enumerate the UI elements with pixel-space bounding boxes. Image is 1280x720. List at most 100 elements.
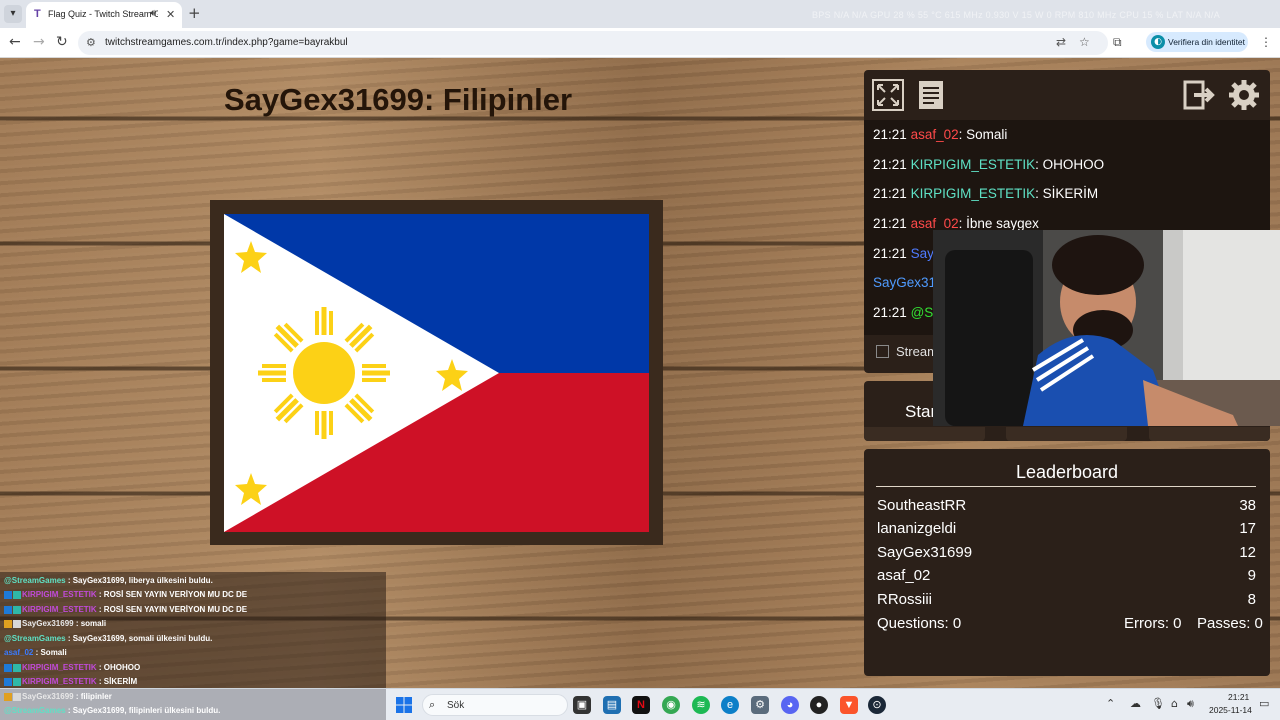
overlay-chat-line: asaf_02 : Somali <box>4 648 67 657</box>
new-tab-button[interactable]: + <box>188 4 201 22</box>
leaderboard-name: RRossiii <box>877 591 933 608</box>
twitch-favicon-icon: T <box>34 8 41 20</box>
performance-overlay: BPS N/A N/A GPU 28 % 55 °C 615 MHz 0.930… <box>812 10 1221 20</box>
leaderboard-name: lananizgeldi <box>877 520 957 537</box>
document-icon[interactable] <box>914 78 948 112</box>
chrome-icon[interactable]: ◉ <box>662 696 680 714</box>
questions-count: Questions: 0 <box>877 615 962 632</box>
overlay-chat-line: KIRPIGIM_ESTETIK : ROSİ SEN YAYIN VERİYO… <box>4 590 247 599</box>
network-icon[interactable]: ⌂ <box>1171 697 1178 710</box>
verify-identity-label: Verifiera din identitet <box>1168 37 1246 47</box>
bookmark-star-icon[interactable]: ☆ <box>1079 35 1090 49</box>
chat-message: 21:21 @St <box>873 305 938 320</box>
badge-icon <box>4 590 12 599</box>
chat-message: 21:21 asaf_02: Somali <box>873 127 1008 142</box>
chat-message: 21:21 asaf_02: İbne saygex <box>873 216 1039 231</box>
spotify-icon[interactable]: ≋ <box>692 696 710 714</box>
fullscreen-icon[interactable] <box>871 78 905 112</box>
taskbar-time[interactable]: 21:21 <box>1228 692 1249 702</box>
badge-icon <box>4 663 12 672</box>
leaderboard-score: 12 <box>1239 544 1256 561</box>
leaderboard-divider <box>876 486 1256 487</box>
onedrive-icon[interactable]: ☁ <box>1130 697 1141 710</box>
leaderboard-name: SoutheastRR <box>877 497 967 514</box>
overlay-chat-line: KIRPIGIM_ESTETIK : OHOHOO <box>4 663 140 672</box>
badge-icon <box>13 590 21 599</box>
translate-icon[interactable]: ⇄ <box>1056 35 1066 49</box>
chat-message: SayGex31 <box>873 275 937 290</box>
speaker-icon[interactable]: 🔊︎ <box>150 8 156 19</box>
chat-message: 21:21 KIRPIGIM_ESTETIK: OHOHOO <box>873 157 1105 172</box>
badge-icon <box>13 605 21 614</box>
close-tab-icon[interactable]: ✕ <box>166 8 175 21</box>
control-button-base[interactable] <box>1149 427 1270 441</box>
notifications-icon[interactable]: ▭ <box>1259 697 1269 710</box>
volume-icon[interactable]: 🔊︎ <box>1187 697 1194 711</box>
control-button-base[interactable] <box>864 427 985 441</box>
windows-taskbar: ⌕ Sök ▣ ▤ N ◉ ≋ e ⚙ ◕ ● ▼ ⊙ ⌃ ☁ 🎙︎ ⌂ 🔊︎ … <box>0 688 1280 720</box>
file-explorer-icon[interactable]: ▤ <box>603 696 621 714</box>
taskbar-date[interactable]: 2025-11-14 <box>1209 705 1252 715</box>
overlay-chat-line: SayGex31699 : somali <box>4 619 106 628</box>
back-arrow-icon[interactable]: ← <box>9 34 21 50</box>
microphone-icon[interactable]: 🎙︎ <box>1151 697 1165 710</box>
obs-icon[interactable]: ● <box>810 696 828 714</box>
badge-icon <box>4 619 12 628</box>
stream-checkbox-label: Stream <box>896 344 938 359</box>
stream-checkbox[interactable] <box>876 345 889 358</box>
leaderboard-panel <box>864 449 1270 676</box>
overlay-chat-line: @StreamGames : SayGex31699, somali ülkes… <box>4 634 213 643</box>
leaderboard-title: Leaderboard <box>1015 462 1119 482</box>
browser-tab-bar: ▾ T Flag Quiz - Twitch Stream G 🔊︎ ✕ + B… <box>0 0 1280 28</box>
extensions-icon[interactable]: ⧉ <box>1113 35 1122 50</box>
leaderboard-score: 17 <box>1239 520 1256 537</box>
badge-icon <box>13 619 21 628</box>
tab-title: Flag Quiz - Twitch Stream G <box>48 9 158 19</box>
windows-start-icon[interactable] <box>396 697 412 713</box>
webcam-video <box>933 230 1280 426</box>
leaderboard-score: 38 <box>1239 497 1256 514</box>
overlay-chat-line: @StreamGames : SayGex31699, filipinleri … <box>4 706 221 715</box>
overlay-chat-line: SayGex31699 : filipinler <box>4 692 112 701</box>
badge-icon <box>13 677 21 686</box>
badge-icon <box>13 663 21 672</box>
profile-icon: ◐ <box>1151 35 1165 49</box>
overlay-chat-line: KIRPIGIM_ESTETIK : ROSİ SEN YAYIN VERİYO… <box>4 605 247 614</box>
task-view-icon[interactable]: ▣ <box>573 696 591 714</box>
errors-count: Errors: 0 <box>1124 615 1182 632</box>
gear-icon[interactable] <box>1227 78 1261 112</box>
reload-icon[interactable]: ↻ <box>56 34 68 50</box>
overlay-chat-line: @StreamGames : SayGex31699, liberya ülke… <box>4 576 213 585</box>
browser-menu-icon[interactable]: ⋮ <box>1260 35 1272 49</box>
show-hidden-icons[interactable]: ⌃ <box>1106 697 1115 710</box>
badge-icon <box>4 677 12 686</box>
badge-icon <box>4 692 12 701</box>
address-toolbar: ← → ↻ ⚙ twitchstreamgames.com.tr/index.p… <box>0 28 1280 58</box>
search-icon: ⌕ <box>429 698 436 711</box>
site-info-icon[interactable]: ⚙ <box>86 36 96 49</box>
settings-app-icon[interactable]: ⚙ <box>751 696 769 714</box>
logout-icon[interactable] <box>1182 78 1216 112</box>
netflix-icon[interactable]: N <box>632 696 650 714</box>
badge-icon <box>13 692 21 701</box>
overlay-chat-line: KIRPIGIM_ESTETIK : SİKERİM <box>4 677 137 686</box>
control-button-base[interactable] <box>1006 427 1127 441</box>
start-button[interactable]: Star <box>905 402 936 422</box>
leaderboard-name: asaf_02 <box>877 567 931 584</box>
chat-message: 21:21 KIRPIGIM_ESTETIK: SİKERİM <box>873 186 1099 201</box>
verify-identity-button[interactable]: ◐ Verifiera din identitet <box>1146 32 1248 52</box>
discord-icon[interactable]: ◕ <box>781 696 799 714</box>
badge-icon <box>4 605 12 614</box>
tab-search-button[interactable]: ▾ <box>4 5 22 23</box>
address-bar[interactable]: ⚙ twitchstreamgames.com.tr/index.php?gam… <box>78 31 1108 55</box>
passes-count: Passes: 0 <box>1197 615 1263 632</box>
taskbar-search[interactable]: ⌕ Sök <box>422 694 568 716</box>
url-text[interactable]: twitchstreamgames.com.tr/index.php?game=… <box>105 37 348 48</box>
browser-tab[interactable]: T Flag Quiz - Twitch Stream G 🔊︎ ✕ <box>26 2 182 28</box>
steam-icon[interactable]: ⊙ <box>868 696 886 714</box>
philippines-flag-image <box>224 214 649 532</box>
edge-icon[interactable]: e <box>721 696 739 714</box>
brave-icon[interactable]: ▼ <box>840 696 858 714</box>
forward-arrow-icon[interactable]: → <box>33 34 45 50</box>
leaderboard-name: SayGex31699 <box>877 544 973 561</box>
